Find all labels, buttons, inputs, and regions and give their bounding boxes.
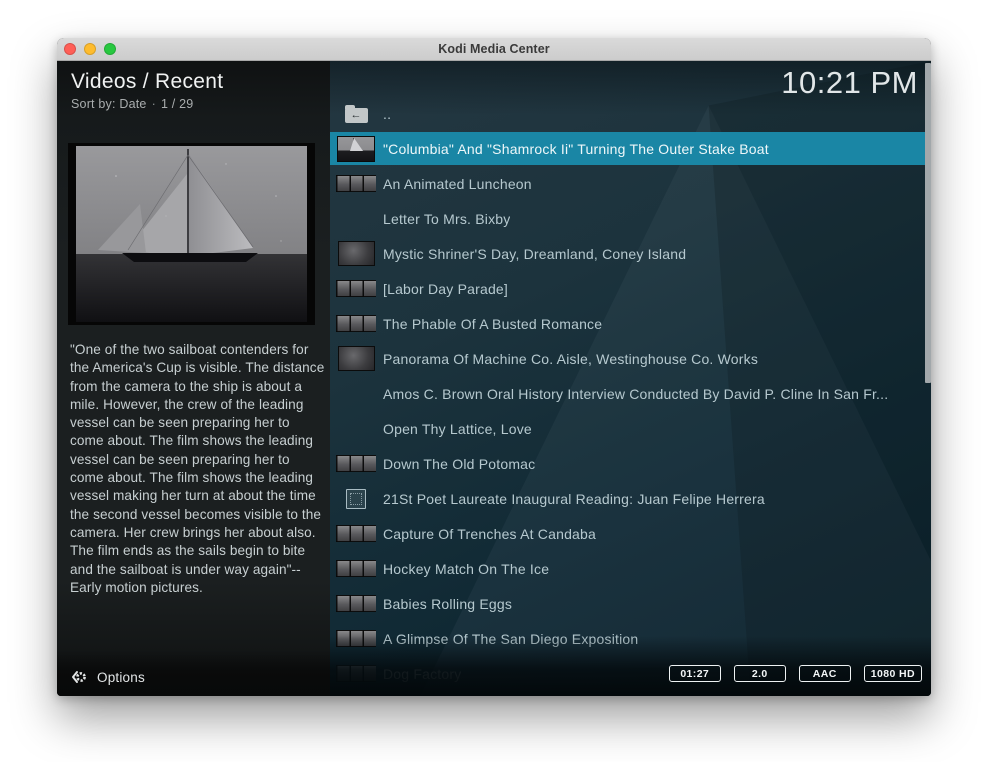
video-description: "One of the two sailboat contenders for … <box>70 341 326 597</box>
video-thumbnail <box>336 315 376 332</box>
list-item-label: The Phable Of A Busted Romance <box>383 316 602 332</box>
video-thumbnail <box>336 525 376 542</box>
video-thumbnail <box>336 595 376 612</box>
video-thumbnail <box>346 489 366 509</box>
parent-folder-icon <box>345 108 368 123</box>
options-icon <box>70 669 86 685</box>
list-item-label: [Labor Day Parade] <box>383 281 508 297</box>
list-item[interactable]: [Labor Day Parade] <box>330 271 931 306</box>
list-item-label: Down The Old Potomac <box>383 456 535 472</box>
list-item[interactable]: Capture Of Trenches At Candaba <box>330 516 931 551</box>
window-title: Kodi Media Center <box>438 42 549 56</box>
video-thumbnail <box>338 241 375 266</box>
selected-video-poster <box>68 143 315 325</box>
video-thumbnail <box>336 280 376 297</box>
sort-line: Sort by: Date · 1 / 29 <box>71 97 330 111</box>
titlebar: Kodi Media Center <box>57 38 931 61</box>
page-title: Videos / Recent <box>71 70 330 94</box>
media-list-panel: 10:21 PM .. "Columbia" And "Shamrock Ii"… <box>330 61 931 696</box>
list-item-label: .. <box>383 106 391 122</box>
list-item[interactable]: The Phable Of A Busted Romance <box>330 306 931 341</box>
list-item[interactable]: An Animated Luncheon <box>330 166 931 201</box>
media-flags: 01:27 2.0 AAC 1080 HD <box>669 665 922 682</box>
kodi-window: Kodi Media Center Videos / Recent Sort b… <box>57 38 931 696</box>
media-list: .. "Columbia" And "Shamrock Ii" Turning … <box>330 96 931 691</box>
list-item-label: 21St Poet Laureate Inaugural Reading: Ju… <box>383 491 765 507</box>
list-item-label: Hockey Match On The Ice <box>383 561 549 577</box>
minimize-button[interactable] <box>84 43 96 55</box>
list-item-label: Capture Of Trenches At Candaba <box>383 526 596 542</box>
video-thumbnail <box>336 630 376 647</box>
list-item-label: Dog Factory <box>383 666 461 682</box>
list-item[interactable]: A Glimpse Of The San Diego Exposition <box>330 621 931 656</box>
close-button[interactable] <box>64 43 76 55</box>
media-flag-audio-codec: AAC <box>799 665 851 682</box>
sailboat-image <box>76 146 307 322</box>
list-item[interactable]: Letter To Mrs. Bixby <box>330 201 931 236</box>
scrollbar[interactable] <box>925 63 931 383</box>
panel-header: Videos / Recent Sort by: Date · 1 / 29 <box>57 61 330 111</box>
list-item-label: Amos C. Brown Oral History Interview Con… <box>383 386 888 402</box>
sort-by-label[interactable]: Sort by: Date <box>71 97 147 111</box>
list-item[interactable]: Panorama Of Machine Co. Aisle, Westingho… <box>330 341 931 376</box>
list-item[interactable]: 21St Poet Laureate Inaugural Reading: Ju… <box>330 481 931 516</box>
list-item-label: "Columbia" And "Shamrock Ii" Turning The… <box>383 141 769 157</box>
video-thumbnail <box>336 560 376 577</box>
video-thumbnail <box>336 455 376 472</box>
options-label: Options <box>97 670 145 685</box>
list-position: 1 / 29 <box>161 97 193 111</box>
list-item-label: Open Thy Lattice, Love <box>383 421 532 437</box>
list-item[interactable]: Babies Rolling Eggs <box>330 586 931 621</box>
media-flag-duration: 01:27 <box>669 665 721 682</box>
video-thumbnail <box>337 136 375 162</box>
list-item-label: An Animated Luncheon <box>383 176 532 192</box>
media-flag-resolution: 1080 HD <box>864 665 922 682</box>
zoom-button[interactable] <box>104 43 116 55</box>
video-thumbnail <box>338 346 375 371</box>
list-item-selected[interactable]: "Columbia" And "Shamrock Ii" Turning The… <box>330 132 931 165</box>
list-item-label: Letter To Mrs. Bixby <box>383 211 510 227</box>
list-item-label: Panorama Of Machine Co. Aisle, Westingho… <box>383 351 758 367</box>
options-button[interactable]: Options <box>57 650 330 696</box>
list-item[interactable]: Mystic Shriner'S Day, Dreamland, Coney I… <box>330 236 931 271</box>
media-flag-audio-channels: 2.0 <box>734 665 786 682</box>
list-item-label: A Glimpse Of The San Diego Exposition <box>383 631 638 647</box>
info-sidebar: Videos / Recent Sort by: Date · 1 / 29 <box>57 61 330 696</box>
list-item-label: Babies Rolling Eggs <box>383 596 512 612</box>
traffic-lights <box>64 43 116 55</box>
video-thumbnail <box>336 175 376 192</box>
separator-dot: · <box>152 97 156 111</box>
list-item[interactable]: .. <box>330 96 931 131</box>
video-thumbnail <box>336 665 376 682</box>
list-item[interactable]: Hockey Match On The Ice <box>330 551 931 586</box>
list-item[interactable]: Down The Old Potomac <box>330 446 931 481</box>
list-item-label: Mystic Shriner'S Day, Dreamland, Coney I… <box>383 246 686 262</box>
list-item[interactable]: Amos C. Brown Oral History Interview Con… <box>330 376 931 411</box>
list-item[interactable]: Open Thy Lattice, Love <box>330 411 931 446</box>
